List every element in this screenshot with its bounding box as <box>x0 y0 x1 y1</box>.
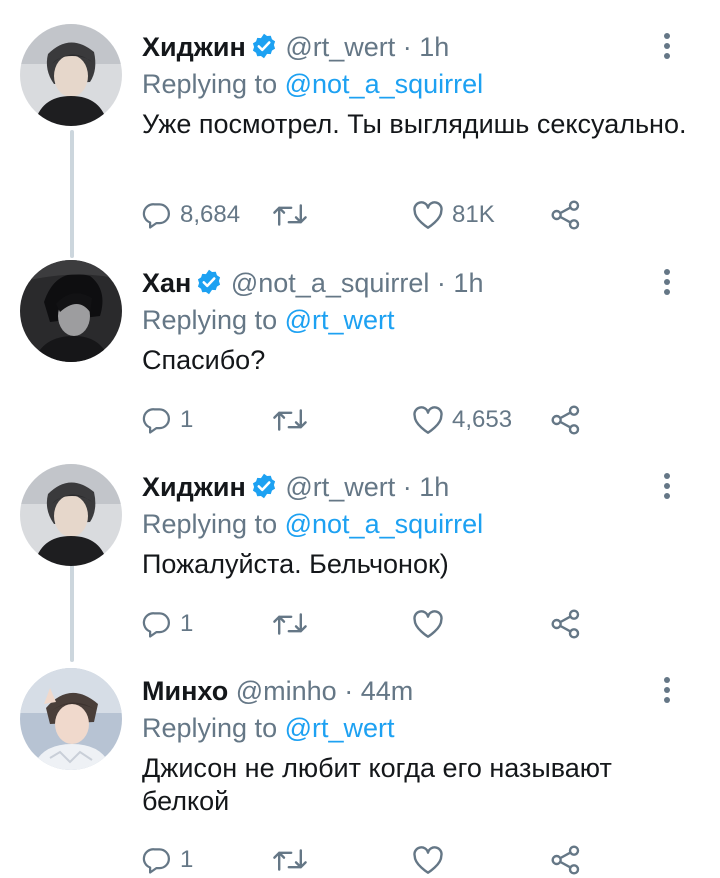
reply-count: 8,684 <box>180 201 241 228</box>
more-options-icon[interactable] <box>654 470 680 504</box>
timestamp[interactable]: 1h <box>419 32 449 62</box>
reply-icon <box>142 845 172 875</box>
reply-icon <box>142 200 172 230</box>
reply-icon <box>142 609 172 639</box>
display-name[interactable]: Хиджин <box>142 472 246 502</box>
like-button[interactable] <box>412 842 452 878</box>
verified-badge-icon <box>250 472 278 508</box>
reply-count: 1 <box>180 610 194 637</box>
replying-to-mention[interactable]: @not_a_squirrel <box>285 509 484 539</box>
tweet-actions: 1 4,653 <box>142 402 612 438</box>
tweet-actions: 1 <box>142 606 612 642</box>
handle[interactable]: @rt_wert <box>285 472 395 502</box>
reply-button[interactable]: 8,684 <box>142 197 240 233</box>
retweet-icon <box>272 405 308 435</box>
tweet-header: Хиджин @rt_wert · 1h <box>142 30 449 68</box>
tweet-text: Уже посмотрел. Ты выглядишь сексуально. <box>142 109 687 139</box>
tweet[interactable]: Минхо @minho · 44m Replying to @rt_wert … <box>0 668 720 875</box>
retweet-icon <box>272 200 308 230</box>
replying-to: Replying to @not_a_squirrel <box>142 67 483 101</box>
replying-to-mention[interactable]: @rt_wert <box>285 305 395 335</box>
share-button[interactable] <box>550 606 582 642</box>
display-name[interactable]: Хиджин <box>142 32 246 62</box>
replying-to-label: Replying to <box>142 305 278 335</box>
replying-to-label: Replying to <box>142 713 278 743</box>
like-count: 4,653 <box>452 406 513 433</box>
retweet-button[interactable] <box>272 197 316 233</box>
display-name[interactable]: Минхо <box>142 676 228 706</box>
replying-to: Replying to @rt_wert <box>142 711 395 745</box>
separator-dot: · <box>402 32 412 62</box>
like-button[interactable]: 4,653 <box>412 402 512 438</box>
share-icon <box>550 404 582 436</box>
replying-to: Replying to @rt_wert <box>142 303 395 337</box>
reply-count: 1 <box>180 406 194 433</box>
avatar[interactable] <box>20 24 122 126</box>
retweet-button[interactable] <box>272 402 316 438</box>
retweet-button[interactable] <box>272 606 316 642</box>
handle[interactable]: @minho <box>236 676 337 706</box>
tweet[interactable]: Хиджин @rt_wert · 1h Replying to @not_a_… <box>0 464 720 654</box>
share-button[interactable] <box>550 842 582 878</box>
share-icon <box>550 608 582 640</box>
more-options-icon[interactable] <box>654 266 680 300</box>
avatar[interactable] <box>20 260 122 362</box>
tweet-text: Пожалуйста. Бельчонок) <box>142 549 449 579</box>
handle[interactable]: @rt_wert <box>285 32 395 62</box>
share-button[interactable] <box>550 402 582 438</box>
tweet-header: Хиджин @rt_wert · 1h <box>142 470 449 508</box>
reply-count: 1 <box>180 846 194 873</box>
tweet[interactable]: Хан @not_a_squirrel · 1h Replying to @rt… <box>0 260 720 450</box>
tweet-actions: 8,684 81K <box>142 197 612 233</box>
retweet-button[interactable] <box>272 842 316 878</box>
timestamp[interactable]: 1h <box>419 472 449 502</box>
retweet-icon <box>272 845 308 875</box>
retweet-icon <box>272 609 308 639</box>
replying-to-mention[interactable]: @not_a_squirrel <box>285 69 484 99</box>
like-button[interactable]: 81K <box>412 197 495 233</box>
share-button[interactable] <box>550 197 582 233</box>
like-count: 81K <box>452 201 495 228</box>
more-options-icon[interactable] <box>654 674 680 708</box>
tweet-header: Минхо @minho · 44m <box>142 674 413 708</box>
reply-button[interactable]: 1 <box>142 606 193 642</box>
separator-dot: · <box>436 268 446 298</box>
timestamp[interactable]: 44m <box>361 676 414 706</box>
avatar[interactable] <box>20 668 122 770</box>
tweet[interactable]: Хиджин @rt_wert · 1h Replying to @not_a_… <box>0 24 720 244</box>
share-icon <box>550 199 582 231</box>
replying-to-label: Replying to <box>142 509 278 539</box>
heart-icon <box>412 405 444 435</box>
verified-badge-icon <box>195 268 223 304</box>
replying-to-label: Replying to <box>142 69 278 99</box>
more-options-icon[interactable] <box>654 30 680 64</box>
tweet-header: Хан @not_a_squirrel · 1h <box>142 266 483 304</box>
share-icon <box>550 844 582 876</box>
heart-icon <box>412 845 444 875</box>
display-name[interactable]: Хан <box>142 268 191 298</box>
separator-dot: · <box>344 676 354 706</box>
heart-icon <box>412 609 444 639</box>
reply-button[interactable]: 1 <box>142 842 193 878</box>
reply-button[interactable]: 1 <box>142 402 193 438</box>
verified-badge-icon <box>250 32 278 68</box>
like-button[interactable] <box>412 606 452 642</box>
separator-dot: · <box>402 472 412 502</box>
heart-icon <box>412 200 444 230</box>
timestamp[interactable]: 1h <box>453 268 483 298</box>
replying-to-mention[interactable]: @rt_wert <box>285 713 395 743</box>
handle[interactable]: @not_a_squirrel <box>231 268 430 298</box>
tweet-actions: 1 <box>142 842 612 878</box>
reply-icon <box>142 405 172 435</box>
tweet-text: Джисон не любит когда его называют белко… <box>142 753 612 816</box>
tweet-text: Спасибо? <box>142 345 266 375</box>
replying-to: Replying to @not_a_squirrel <box>142 507 483 541</box>
avatar[interactable] <box>20 464 122 566</box>
